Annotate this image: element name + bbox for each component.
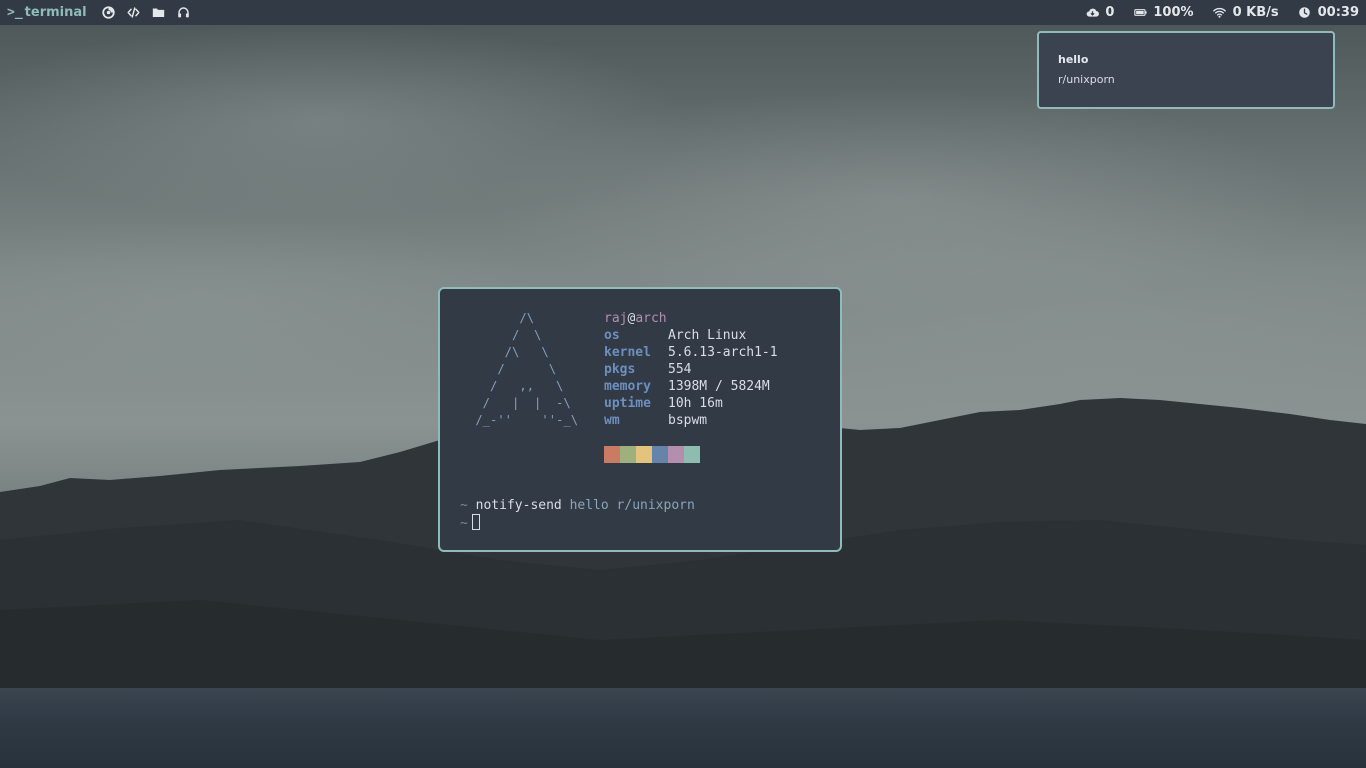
info-key: pkgs [604, 362, 636, 377]
command-args: hello r/unixporn [569, 498, 695, 513]
terminal-prompt-icon[interactable]: >_ [7, 5, 23, 20]
prompt-symbol: ~ [460, 516, 468, 531]
workspace-label[interactable]: terminal [25, 5, 87, 20]
color-palette [604, 446, 700, 463]
info-row-os: os Arch Linux [604, 327, 778, 344]
arch-ascii-logo: /\ / \ /\ \ / \ / ,, \ / | | -\ /_-'' ''… [475, 311, 579, 427]
info-key: wm [604, 413, 620, 428]
info-row-kernel: kernel 5.6.13-arch1-1 [604, 344, 778, 361]
username: raj [604, 311, 628, 326]
at-sign: @ [627, 311, 636, 326]
user-host-line: raj @ arch [604, 310, 778, 327]
current-prompt[interactable]: ~ [460, 514, 480, 532]
text-cursor[interactable] [471, 514, 480, 530]
battery-icon [1130, 3, 1150, 23]
info-key: kernel [604, 345, 651, 360]
info-key: memory [604, 379, 651, 394]
bar-left-modules: >_ terminal [7, 3, 199, 23]
info-value: 5.6.13-arch1-1 [668, 345, 778, 360]
notification-title: hello [1058, 53, 1089, 66]
bar-right-modules: 0 100% 0 KB/s 00:39 [1066, 3, 1359, 23]
info-value: Arch Linux [668, 328, 747, 343]
network-module[interactable]: 0 KB/s [1210, 3, 1279, 23]
updates-count: 0 [1105, 5, 1115, 20]
folder-icon[interactable] [149, 3, 169, 23]
info-row-uptime: uptime 10h 16m [604, 395, 778, 412]
command-name: notify-send [475, 498, 562, 513]
battery-module[interactable]: 100% [1130, 3, 1194, 23]
info-row-memory: memory 1398M / 5824M [604, 378, 778, 395]
prompt-symbol: ~ [460, 498, 468, 513]
hostname: arch [635, 311, 667, 326]
color-swatch [620, 446, 636, 463]
info-value: 1398M / 5824M [668, 379, 770, 394]
clock-module[interactable]: 00:39 [1295, 3, 1359, 23]
clock-icon [1295, 3, 1315, 23]
command-line: ~ notify-send hello r/unixporn [460, 497, 695, 514]
top-status-bar: >_ terminal 0 100% 0 KB/s 00:39 [0, 0, 1366, 25]
clock-time: 00:39 [1317, 5, 1359, 20]
info-key: uptime [604, 396, 651, 411]
color-swatch [604, 446, 620, 463]
sea [0, 688, 1366, 768]
info-value: 10h 16m [668, 396, 723, 411]
color-swatch [652, 446, 668, 463]
wifi-icon [1210, 3, 1230, 23]
cloud-download-icon [1082, 3, 1102, 23]
info-row-pkgs: pkgs 554 [604, 361, 778, 378]
color-swatch [684, 446, 700, 463]
battery-level: 100% [1153, 5, 1194, 20]
info-row-wm: wm bspwm [604, 412, 778, 429]
firefox-icon[interactable] [99, 3, 119, 23]
code-icon[interactable] [124, 3, 144, 23]
terminal-window[interactable]: /\ / \ /\ \ / \ / ,, \ / | | -\ /_-'' ''… [438, 287, 842, 552]
info-key: os [604, 328, 620, 343]
info-value: 554 [668, 362, 692, 377]
info-value: bspwm [668, 413, 708, 428]
headphones-icon[interactable] [174, 3, 194, 23]
network-speed: 0 KB/s [1232, 5, 1279, 20]
color-swatch [636, 446, 652, 463]
updates-module[interactable]: 0 [1082, 3, 1114, 23]
notification-popup[interactable]: hello r/unixporn [1037, 31, 1335, 109]
notification-body: r/unixporn [1058, 73, 1115, 86]
fetch-info: raj @ arch os Arch Linux kernel 5.6.13-arc… [604, 310, 778, 429]
color-swatch [668, 446, 684, 463]
